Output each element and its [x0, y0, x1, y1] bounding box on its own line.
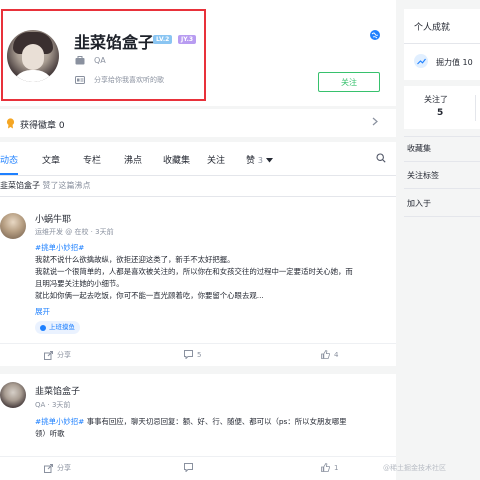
jy-badge[interactable]: JY.3	[178, 35, 197, 44]
tab-columns[interactable]: 专栏	[83, 153, 101, 166]
follow-stats[interactable]: 关注了 5	[404, 86, 480, 129]
post-content[interactable]: #挑单小妙招# 事事有回应，聊天切忌回复：额、好、行、随便、都可以（ps：所以女…	[35, 416, 391, 440]
post-author[interactable]: 韭菜馅盒子	[35, 384, 80, 397]
comment-button[interactable]	[184, 463, 197, 473]
post-separator	[0, 366, 396, 374]
divider	[404, 216, 480, 217]
like-count: 4	[334, 350, 339, 359]
trend-icon	[414, 54, 428, 68]
tab-following[interactable]: 关注	[207, 153, 225, 166]
avatar[interactable]	[0, 382, 26, 408]
profile-name: 韭菜馅盒子	[74, 33, 155, 52]
follow-button[interactable]: 关注	[318, 72, 380, 92]
sidebar-item-joined: 加入于	[407, 199, 431, 208]
post-line: 我就说一个很简单的，人都是喜欢被关注的，所以你在和女孩交往的过程中一定要适时关心…	[35, 267, 353, 276]
divider	[404, 161, 480, 162]
chevron-right-icon	[372, 117, 378, 129]
achievements-title: 个人成就	[414, 23, 451, 33]
main-column: 韭菜馅盒子 LV.2 JY.3 QA 分享给你我喜欢听的歌 关注 获得徽章 0	[0, 0, 446, 480]
thumbs-up-icon	[321, 349, 330, 359]
post-content[interactable]: #挑单小妙招# 我就不说什么欲擒故纵，欲拒还迎这类了，新手不太好把握。 我就说一…	[35, 242, 391, 302]
expand-link[interactable]: 展开	[35, 306, 50, 317]
tab-pins[interactable]: 沸点	[124, 153, 142, 166]
topic-icon	[40, 324, 46, 331]
share-button[interactable]: 分享	[44, 463, 71, 473]
like-button[interactable]: 1	[321, 462, 339, 472]
post-author[interactable]: 小蜗牛耶	[35, 212, 71, 225]
pin-post: 小蜗牛耶 运维开发 @ 在校 · 3天前 #挑单小妙招# 我就不说什么欲擒故纵，…	[0, 208, 396, 368]
share-icon	[44, 350, 53, 360]
achievements-card: 个人成就 掘力值 10	[404, 9, 480, 80]
search-icon[interactable]	[376, 153, 386, 163]
like-count: 1	[334, 463, 339, 472]
divider	[404, 136, 480, 137]
post-actions: 分享 1	[0, 456, 396, 478]
tab-activity[interactable]: 动态	[0, 153, 18, 166]
active-tab-indicator	[0, 173, 18, 175]
activity-summary: 韭菜馅盒子 赞了这篇沸点	[0, 180, 91, 191]
globe-icon[interactable]	[370, 30, 380, 40]
comment-button[interactable]: 5	[184, 350, 202, 360]
mining-value: 掘力值 10	[436, 58, 473, 67]
tab-likes-label: 赞	[246, 156, 256, 166]
avatar[interactable]	[7, 30, 59, 82]
following-label: 关注了	[424, 95, 448, 104]
profile-card: 韭菜馅盒子 LV.2 JY.3 QA 分享给你我喜欢听的歌 关注	[0, 0, 396, 106]
share-icon	[44, 463, 53, 473]
id-card-icon	[75, 76, 85, 85]
sidebar-item-tags[interactable]: 关注标签	[407, 170, 439, 181]
comment-icon	[184, 463, 193, 473]
avatar[interactable]	[0, 213, 26, 239]
activity-feed: 动态 文章 专栏 沸点 收藏集 关注 赞 3 韭菜馅盒子 赞了这篇沸点 小蜗牛耶…	[0, 142, 396, 480]
share-label: 分享	[57, 351, 71, 359]
thumbs-up-icon	[321, 462, 330, 472]
tab-articles[interactable]: 文章	[42, 153, 60, 166]
post-meta: QA · 3天前	[35, 401, 71, 409]
activity-user[interactable]: 韭菜馅盒子	[0, 181, 40, 190]
post-line: 我就不说什么欲擒故纵，欲拒还迎这类了，新手不太好把握。	[35, 255, 235, 264]
bio-row: 分享给你我喜欢听的歌	[75, 75, 164, 85]
post-actions: 分享 5 4	[0, 343, 396, 365]
divider	[475, 95, 476, 121]
comment-icon	[184, 350, 193, 360]
badges-bar[interactable]: 获得徽章 0	[0, 109, 396, 137]
divider	[404, 188, 480, 189]
like-button[interactable]: 4	[321, 349, 339, 359]
caret-down-icon	[265, 156, 273, 166]
topic-label: 上班摸鱼	[49, 323, 75, 331]
tab-likes[interactable]: 赞 3	[246, 153, 273, 166]
post-meta: 运维开发 @ 在校 · 3天前	[35, 228, 114, 236]
tab-collections[interactable]: 收藏集	[163, 153, 190, 166]
divider	[0, 196, 396, 197]
topic-tag[interactable]: #挑单小妙招#	[35, 242, 391, 254]
post-line: 且明冯要关注她的小细节。	[35, 279, 124, 288]
sidebar-item-collections[interactable]: 收藏集	[407, 143, 431, 154]
share-button[interactable]: 分享	[44, 350, 71, 360]
job-row: QA	[75, 56, 106, 65]
divider	[404, 43, 480, 44]
level-badge[interactable]: LV.2	[153, 35, 173, 44]
post-line: 就比如你俩一起去吃饭，你可不能一直光顾着吃，你要留个心眼去观...	[35, 291, 264, 300]
topic-chip[interactable]: 上班摸鱼	[35, 321, 80, 334]
pin-post: 韭菜馅盒子 QA · 3天前 #挑单小妙招# 事事有回应，聊天切忌回复：额、好、…	[0, 380, 396, 480]
post-line: 事事有回应，聊天切忌回复：额、好、行、随便、都可以（ps：所以女朋友哪里	[84, 417, 347, 426]
tab-bar: 动态 文章 专栏 沸点 收藏集 关注 赞 3	[0, 142, 396, 176]
tab-likes-count: 3	[257, 156, 263, 165]
share-label: 分享	[57, 464, 71, 472]
comment-count: 5	[197, 350, 202, 359]
sidebar: 个人成就 掘力值 10 关注了 5 收藏集 关注标签 加入于	[404, 0, 480, 480]
briefcase-icon	[75, 56, 85, 65]
post-line: 领）听歌	[35, 429, 65, 438]
medal-icon	[6, 118, 15, 129]
badges-label: 获得徽章 0	[20, 121, 65, 131]
bio-text: 分享给你我喜欢听的歌	[94, 76, 164, 84]
job-title: QA	[94, 56, 106, 65]
following-count: 5	[437, 108, 444, 118]
activity-text: 赞了这篇沸点	[42, 181, 91, 190]
topic-tag[interactable]: #挑单小妙招#	[35, 417, 84, 426]
